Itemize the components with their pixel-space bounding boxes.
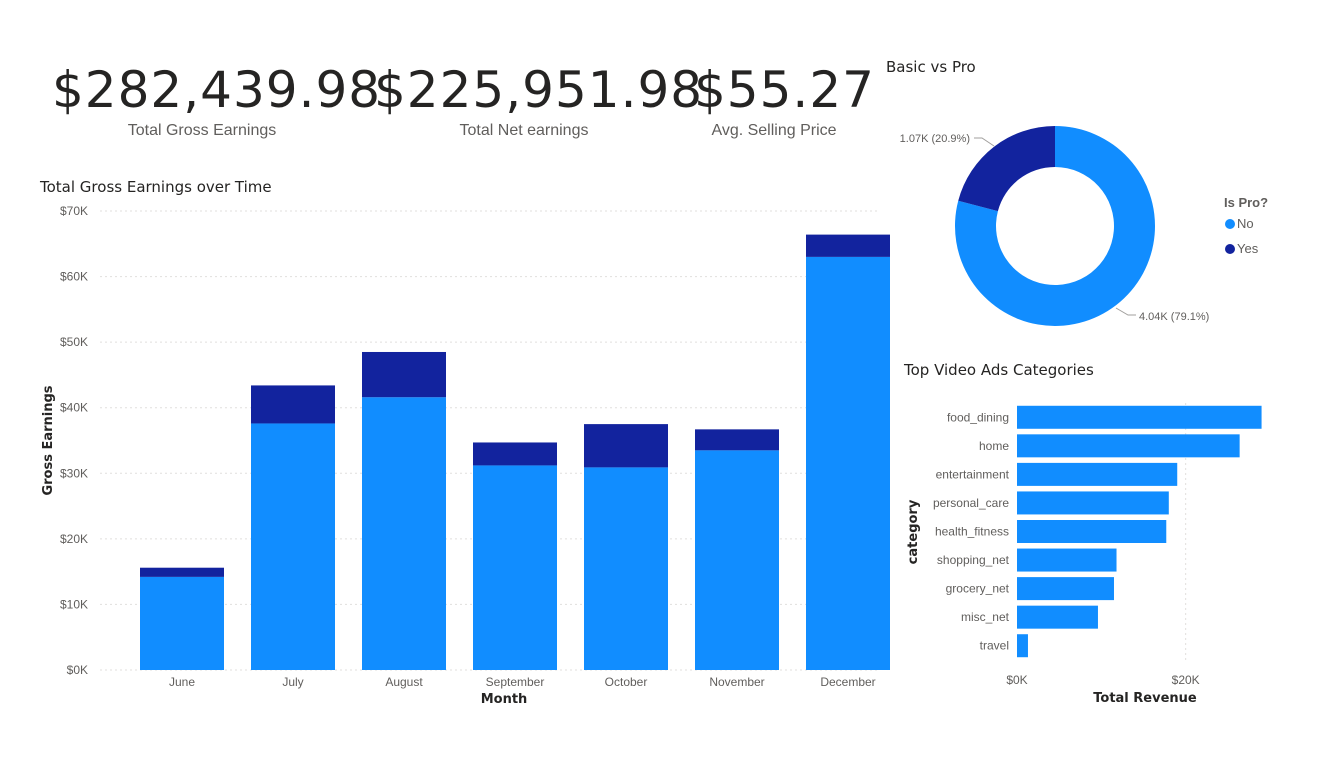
legend-item-yes[interactable]: Yes <box>1225 241 1258 256</box>
top-categories-bar-chart: $0K $20K food_dininghome entertainment perso… <box>906 403 1262 706</box>
y-tick-label: shopping_net <box>937 553 1010 567</box>
bar-no-november <box>695 450 779 670</box>
bar-shopping_net <box>1017 548 1117 572</box>
y-tick-label: personal_care <box>933 496 1009 510</box>
kpi-value: $55.27 <box>694 61 875 119</box>
bar-yes-september <box>473 442 557 466</box>
categories-chart-title: Top Video Ads Categories <box>904 361 1094 379</box>
earnings-column-chart: $0K $10K $20K $30K $40K $50K $60K $70K June July A… <box>41 204 890 707</box>
kpi-label: Avg. Selling Price <box>711 122 837 139</box>
bar-grocery_net <box>1017 577 1114 601</box>
y-tick-label: food_dining <box>947 410 1009 424</box>
y-tick-label: $40K <box>60 401 88 415</box>
x-tick-label: September <box>486 675 545 689</box>
bar-yes-november <box>695 429 779 451</box>
y-tick-label: health_fitness <box>935 525 1009 539</box>
basic-vs-pro-donut-chart: 4.04K (79.1%) 1.07K (20.9%) <box>900 126 1209 326</box>
x-tick-label: August <box>385 675 423 689</box>
x-tick-label: June <box>169 675 195 689</box>
leader-line <box>974 137 995 147</box>
bar-food_dining <box>1017 405 1262 429</box>
x-tick-label: $20K <box>1172 673 1200 687</box>
bar-no-august <box>362 397 446 670</box>
bar-yes-june <box>140 567 224 577</box>
legend-item-no[interactable]: No <box>1225 216 1254 231</box>
bar-home <box>1017 434 1240 458</box>
y-tick-label: $70K <box>60 204 88 218</box>
x-axis-title: Total Revenue <box>1093 691 1197 706</box>
y-tick-label: home <box>979 439 1009 453</box>
data-label-no: 4.04K (79.1%) <box>1139 311 1209 323</box>
y-tick-label: $10K <box>60 597 88 611</box>
x-tick-label: $0K <box>1006 673 1027 687</box>
kpi-value: $225,951.98 <box>374 61 704 119</box>
y-tick-label: $20K <box>60 532 88 546</box>
y-tick-label: $30K <box>60 466 88 480</box>
earnings-chart-title: Total Gross Earnings over Time <box>40 178 272 196</box>
bar-yes-july <box>251 385 335 424</box>
bar-no-july <box>251 423 335 670</box>
x-axis-title: Month <box>481 692 528 707</box>
kpi-value: $282,439.98 <box>52 61 382 119</box>
x-tick-label: July <box>282 675 303 689</box>
legend-no-marker <box>1225 218 1235 229</box>
legend-title: Is Pro? <box>1224 195 1269 210</box>
y-tick-label: $50K <box>60 335 88 349</box>
kpi-label: Total Net earnings <box>459 122 589 139</box>
legend-yes-marker <box>1225 243 1235 254</box>
kpi-avg-price: $55.27 Avg. Selling Price <box>694 61 875 140</box>
legend-yes-label: Yes <box>1237 241 1259 256</box>
x-tick-label: October <box>605 675 648 689</box>
bar-no-october <box>584 467 668 670</box>
donut-chart-title: Basic vs Pro <box>886 58 976 76</box>
bar-yes-august <box>362 351 446 398</box>
y-axis-title: category <box>906 499 921 564</box>
bar-personal_care <box>1017 491 1169 515</box>
bar-no-june <box>140 576 224 670</box>
y-tick-label: misc_net <box>961 610 1010 624</box>
bar-travel <box>1017 634 1028 658</box>
y-tick-label: travel <box>980 639 1009 653</box>
y-tick-label: grocery_net <box>946 582 1010 596</box>
legend-no-label: No <box>1237 216 1254 231</box>
bar-misc_net <box>1017 605 1098 629</box>
bar-entertainment <box>1017 462 1178 486</box>
y-axis-title: Gross Earnings <box>41 385 56 495</box>
x-tick-label: December <box>820 675 875 689</box>
bar-yes-october <box>584 424 668 468</box>
kpi-total-gross: $282,439.98 Total Gross Earnings <box>52 61 382 140</box>
bar-no-december <box>806 256 890 670</box>
bar-no-september <box>473 465 557 670</box>
kpi-total-net: $225,951.98 Total Net earnings <box>374 61 704 140</box>
y-tick-label: entertainment <box>936 467 1010 481</box>
y-tick-label: $60K <box>60 270 88 284</box>
leader-line <box>1115 307 1136 316</box>
bar-yes-december <box>806 234 890 257</box>
bar-health_fitness <box>1017 520 1167 543</box>
donut-slice-yes <box>958 126 1055 212</box>
kpi-label: Total Gross Earnings <box>127 122 277 139</box>
data-label-yes: 1.07K (20.9%) <box>900 133 970 145</box>
x-tick-label: November <box>709 675 764 689</box>
y-tick-label: $0K <box>67 663 88 677</box>
